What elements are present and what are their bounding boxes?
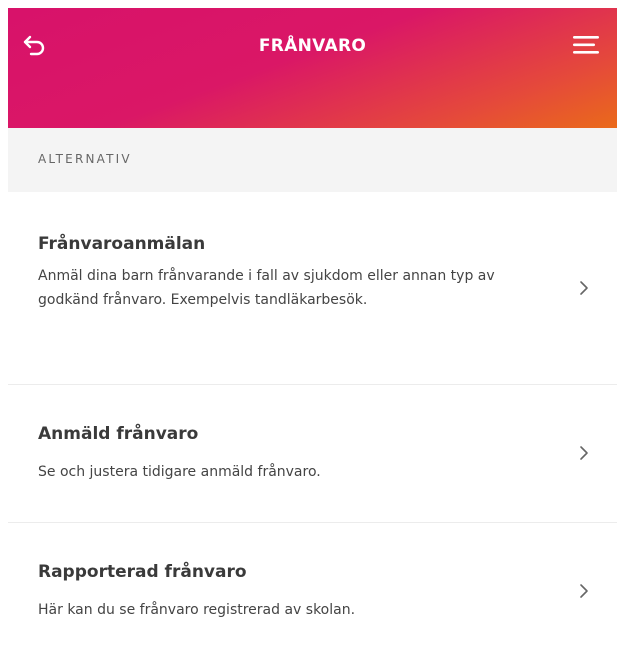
item-title: Anmäld frånvaro: [38, 424, 199, 444]
list-item-rapporterad-franvaro[interactable]: Rapporterad frånvaro Här kan du se frånv…: [8, 523, 617, 656]
section-label: ALTERNATIV: [38, 152, 132, 166]
item-title: Frånvaroanmälan: [38, 234, 206, 254]
item-description: Se och justera tidigare anmäld frånvaro.: [38, 464, 321, 480]
hamburger-menu-icon: [573, 36, 599, 54]
chevron-right-icon: [580, 584, 588, 598]
list-item-franvaroanmalan[interactable]: Frånvaroanmälan Anmäl dina barn frånvara…: [8, 192, 617, 384]
list-item-anmald-franvaro[interactable]: Anmäld frånvaro Se och justera tidigare …: [8, 385, 617, 522]
chevron-right-icon: [580, 446, 588, 460]
app-header: FRÅNVARO: [8, 8, 617, 128]
item-description: Här kan du se frånvaro registrerad av sk…: [38, 602, 356, 618]
item-description: Anmäl dina barn frånvarande i fall av sj…: [38, 268, 495, 308]
page-title: FRÅNVARO: [258, 36, 367, 56]
menu-button[interactable]: [571, 32, 601, 58]
section-header: ALTERNATIV: [8, 128, 617, 192]
item-title: Rapporterad frånvaro: [38, 562, 247, 582]
chevron-right-icon: [580, 281, 588, 295]
app-frame: FRÅNVARO ALTERNATIV Frånvaroanmälan Anmä…: [8, 8, 617, 656]
